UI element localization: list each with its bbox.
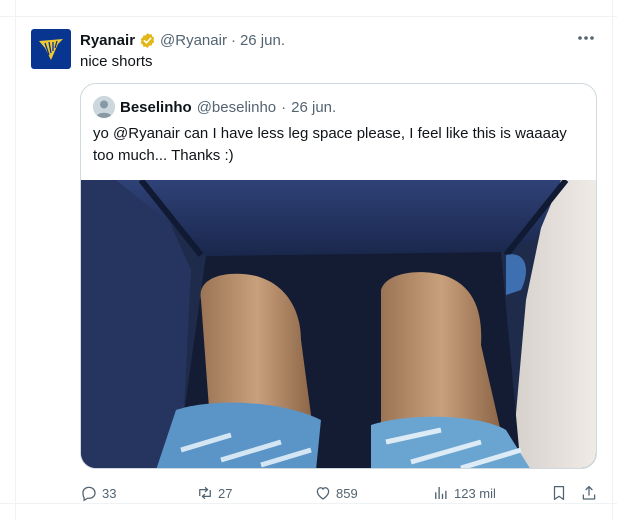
quoted-avatar[interactable]: [93, 96, 115, 118]
author-name[interactable]: Ryanair: [80, 32, 135, 49]
repost-count: 27: [218, 485, 233, 501]
views-icon: [435, 487, 447, 499]
quoted-photo[interactable]: [81, 178, 596, 468]
default-avatar-icon: [93, 96, 115, 118]
quoted-tweet[interactable]: Beselinho @beselinho · 26 jun. yo @Ryana…: [80, 83, 597, 469]
reply-count: 33: [102, 485, 117, 501]
author-handle[interactable]: @Ryanair: [160, 32, 227, 49]
quoted-author-name[interactable]: Beselinho: [120, 99, 192, 116]
like-icon: [316, 487, 330, 500]
tweet-text: nice shorts: [80, 53, 153, 70]
harp-logo-icon: [39, 39, 63, 60]
more-icon: [578, 36, 594, 40]
tweet-divider: [0, 503, 617, 504]
quoted-date[interactable]: 26 jun.: [291, 99, 336, 116]
avatar[interactable]: [31, 29, 71, 69]
bookmark-icon: [553, 485, 565, 501]
views-count: 123 mil: [454, 485, 496, 501]
quoted-header: Beselinho @beselinho · 26 jun.: [93, 96, 336, 118]
tweet-header: Ryanair @Ryanair · 26 jun.: [80, 30, 285, 50]
reply-icon: [82, 486, 96, 502]
tweet-date[interactable]: 26 jun.: [240, 32, 285, 49]
like-count: 859: [336, 485, 358, 501]
more-button[interactable]: [575, 28, 597, 48]
quoted-author-handle[interactable]: @beselinho: [197, 99, 276, 116]
quoted-text: yo @Ryanair can I have less leg space pl…: [93, 125, 567, 164]
legroom-photo: [81, 178, 596, 468]
verified-badge-icon[interactable]: [139, 32, 156, 49]
separator-dot: ·: [230, 31, 236, 49]
tweet[interactable]: Ryanair @Ryanair · 26 jun. nice shorts B…: [0, 16, 617, 520]
previous-tweet-edge: [0, 0, 617, 17]
share-icon: [582, 485, 596, 500]
repost-icon: [199, 486, 211, 500]
quoted-separator-dot: ·: [281, 98, 287, 116]
